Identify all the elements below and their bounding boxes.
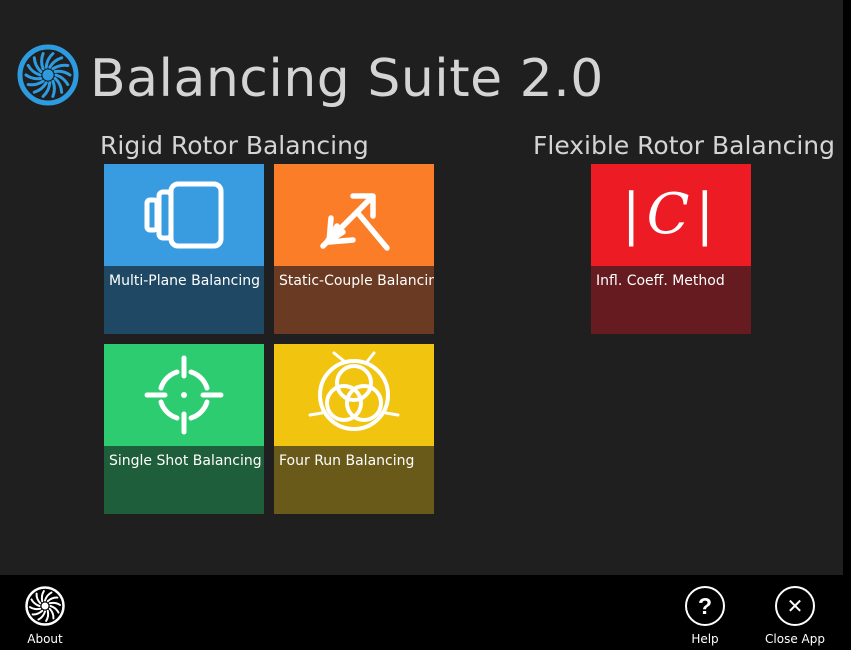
- single-shot-balancing-tile[interactable]: Single Shot Balancing: [104, 344, 264, 514]
- flexible-rotor-group-title: Flexible Rotor Balancing: [533, 131, 836, 160]
- static-couple-balancing-label: Static-Couple Balancing: [279, 273, 434, 289]
- close-app-button[interactable]: ✕ Close App: [760, 586, 830, 648]
- turbine-fan-icon: [25, 586, 65, 626]
- matrix-c-icon: |C|: [621, 182, 721, 247]
- crosshair-target-icon: [144, 355, 224, 435]
- multi-plane-balancing-label: Multi-Plane Balancing: [109, 273, 260, 289]
- about-label: About: [27, 632, 63, 646]
- help-label: Help: [691, 632, 719, 646]
- tile-top: [274, 344, 434, 446]
- four-run-balancing-tile[interactable]: Four Run Balancing: [274, 344, 434, 514]
- question-glyph: ?: [697, 592, 713, 619]
- infl-coeff-method-label: Infl. Coeff. Method: [596, 273, 725, 289]
- close-icon: ✕: [775, 586, 815, 626]
- four-run-circles-icon: [308, 351, 400, 431]
- diverging-arrows-icon: [320, 193, 390, 251]
- static-couple-balancing-tile[interactable]: Static-Couple Balancing: [274, 164, 434, 334]
- tile-top: [104, 164, 264, 266]
- right-edge-strip: [843, 0, 851, 575]
- app-title: Balancing Suite 2.0: [90, 49, 604, 109]
- tile-top: [274, 164, 434, 266]
- turbine-fan-icon: [17, 44, 79, 106]
- close-app-label: Close App: [765, 632, 825, 646]
- question-icon: ?: [685, 586, 725, 626]
- tile-top: [104, 344, 264, 446]
- tile-top: |C|: [591, 164, 751, 266]
- about-button[interactable]: About: [10, 586, 80, 648]
- single-shot-balancing-label: Single Shot Balancing: [109, 453, 262, 469]
- multi-plane-balancing-tile[interactable]: Multi-Plane Balancing: [104, 164, 264, 334]
- rotor-planes-icon: [144, 181, 224, 249]
- infl-coeff-method-tile[interactable]: |C| Infl. Coeff. Method: [591, 164, 751, 334]
- help-button[interactable]: ? Help: [670, 586, 740, 648]
- rigid-rotor-group-title: Rigid Rotor Balancing: [100, 131, 369, 160]
- close-glyph: ✕: [786, 594, 804, 618]
- four-run-balancing-label: Four Run Balancing: [279, 453, 415, 469]
